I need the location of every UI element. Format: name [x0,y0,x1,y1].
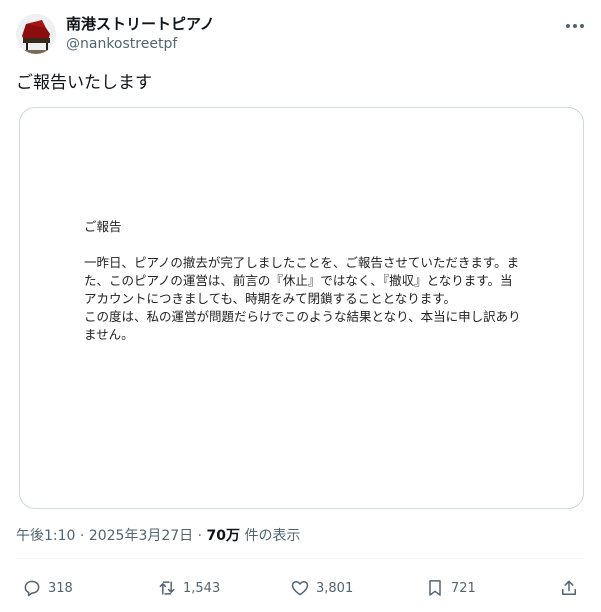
divider [16,558,585,559]
tweet-header: 南港ストリートピアノ @nankostreetpf [16,12,589,58]
views-count[interactable]: 70万 [207,528,240,544]
avatar[interactable] [16,14,56,54]
user-names: 南港ストリートピアノ @nankostreetpf [66,14,215,54]
reply-icon [24,580,40,597]
repost-button[interactable]: 1,543 [157,576,220,600]
heart-icon [291,581,309,596]
grand-piano-icon [16,14,56,54]
document-paragraph: この度は、私の運営が問題だらけでこのような結果となり、本当に申し訳ありません。 [84,309,521,342]
repost-count: 1,543 [183,580,221,596]
user-handle[interactable]: @nankostreetpf [66,34,215,54]
reply-button[interactable]: 318 [22,576,73,600]
more-dots-icon [566,24,584,28]
bookmark-button[interactable]: 721 [425,576,476,600]
share-button[interactable] [559,576,585,600]
document-title: ご報告 [84,219,122,234]
like-count: 3,801 [316,580,354,596]
action-bar: 318 1,543 3,801 721 [0,574,601,602]
share-icon [562,580,576,595]
attached-image[interactable]: ご報告 一昨日、ピアノの撤去が完了しましたことを、ご報告させていただきます。また… [19,107,584,509]
like-button[interactable]: 3,801 [290,576,353,600]
repost-icon [159,581,175,595]
post-date[interactable]: 2025年3月27日 [89,528,193,544]
document-paragraph: 一昨日、ピアノの撤去が完了しましたことを、ご報告させていただきます。また、このピ… [84,255,520,306]
display-name[interactable]: 南港ストリートピアノ [66,14,215,34]
reply-count: 318 [48,580,73,596]
tweet-meta: 午後1:10 · 2025年3月27日 · 70万 件の表示 [16,528,301,544]
bookmark-icon [429,580,441,596]
tweet-text: ご報告いたします [16,73,152,93]
post-time[interactable]: 午後1:10 [16,528,75,544]
announcement-document: ご報告 一昨日、ピアノの撤去が完了しましたことを、ご報告させていただきます。また… [84,218,524,344]
bookmark-count: 721 [451,580,476,596]
views-label: 件の表示 [244,528,301,544]
more-button[interactable] [563,16,587,36]
